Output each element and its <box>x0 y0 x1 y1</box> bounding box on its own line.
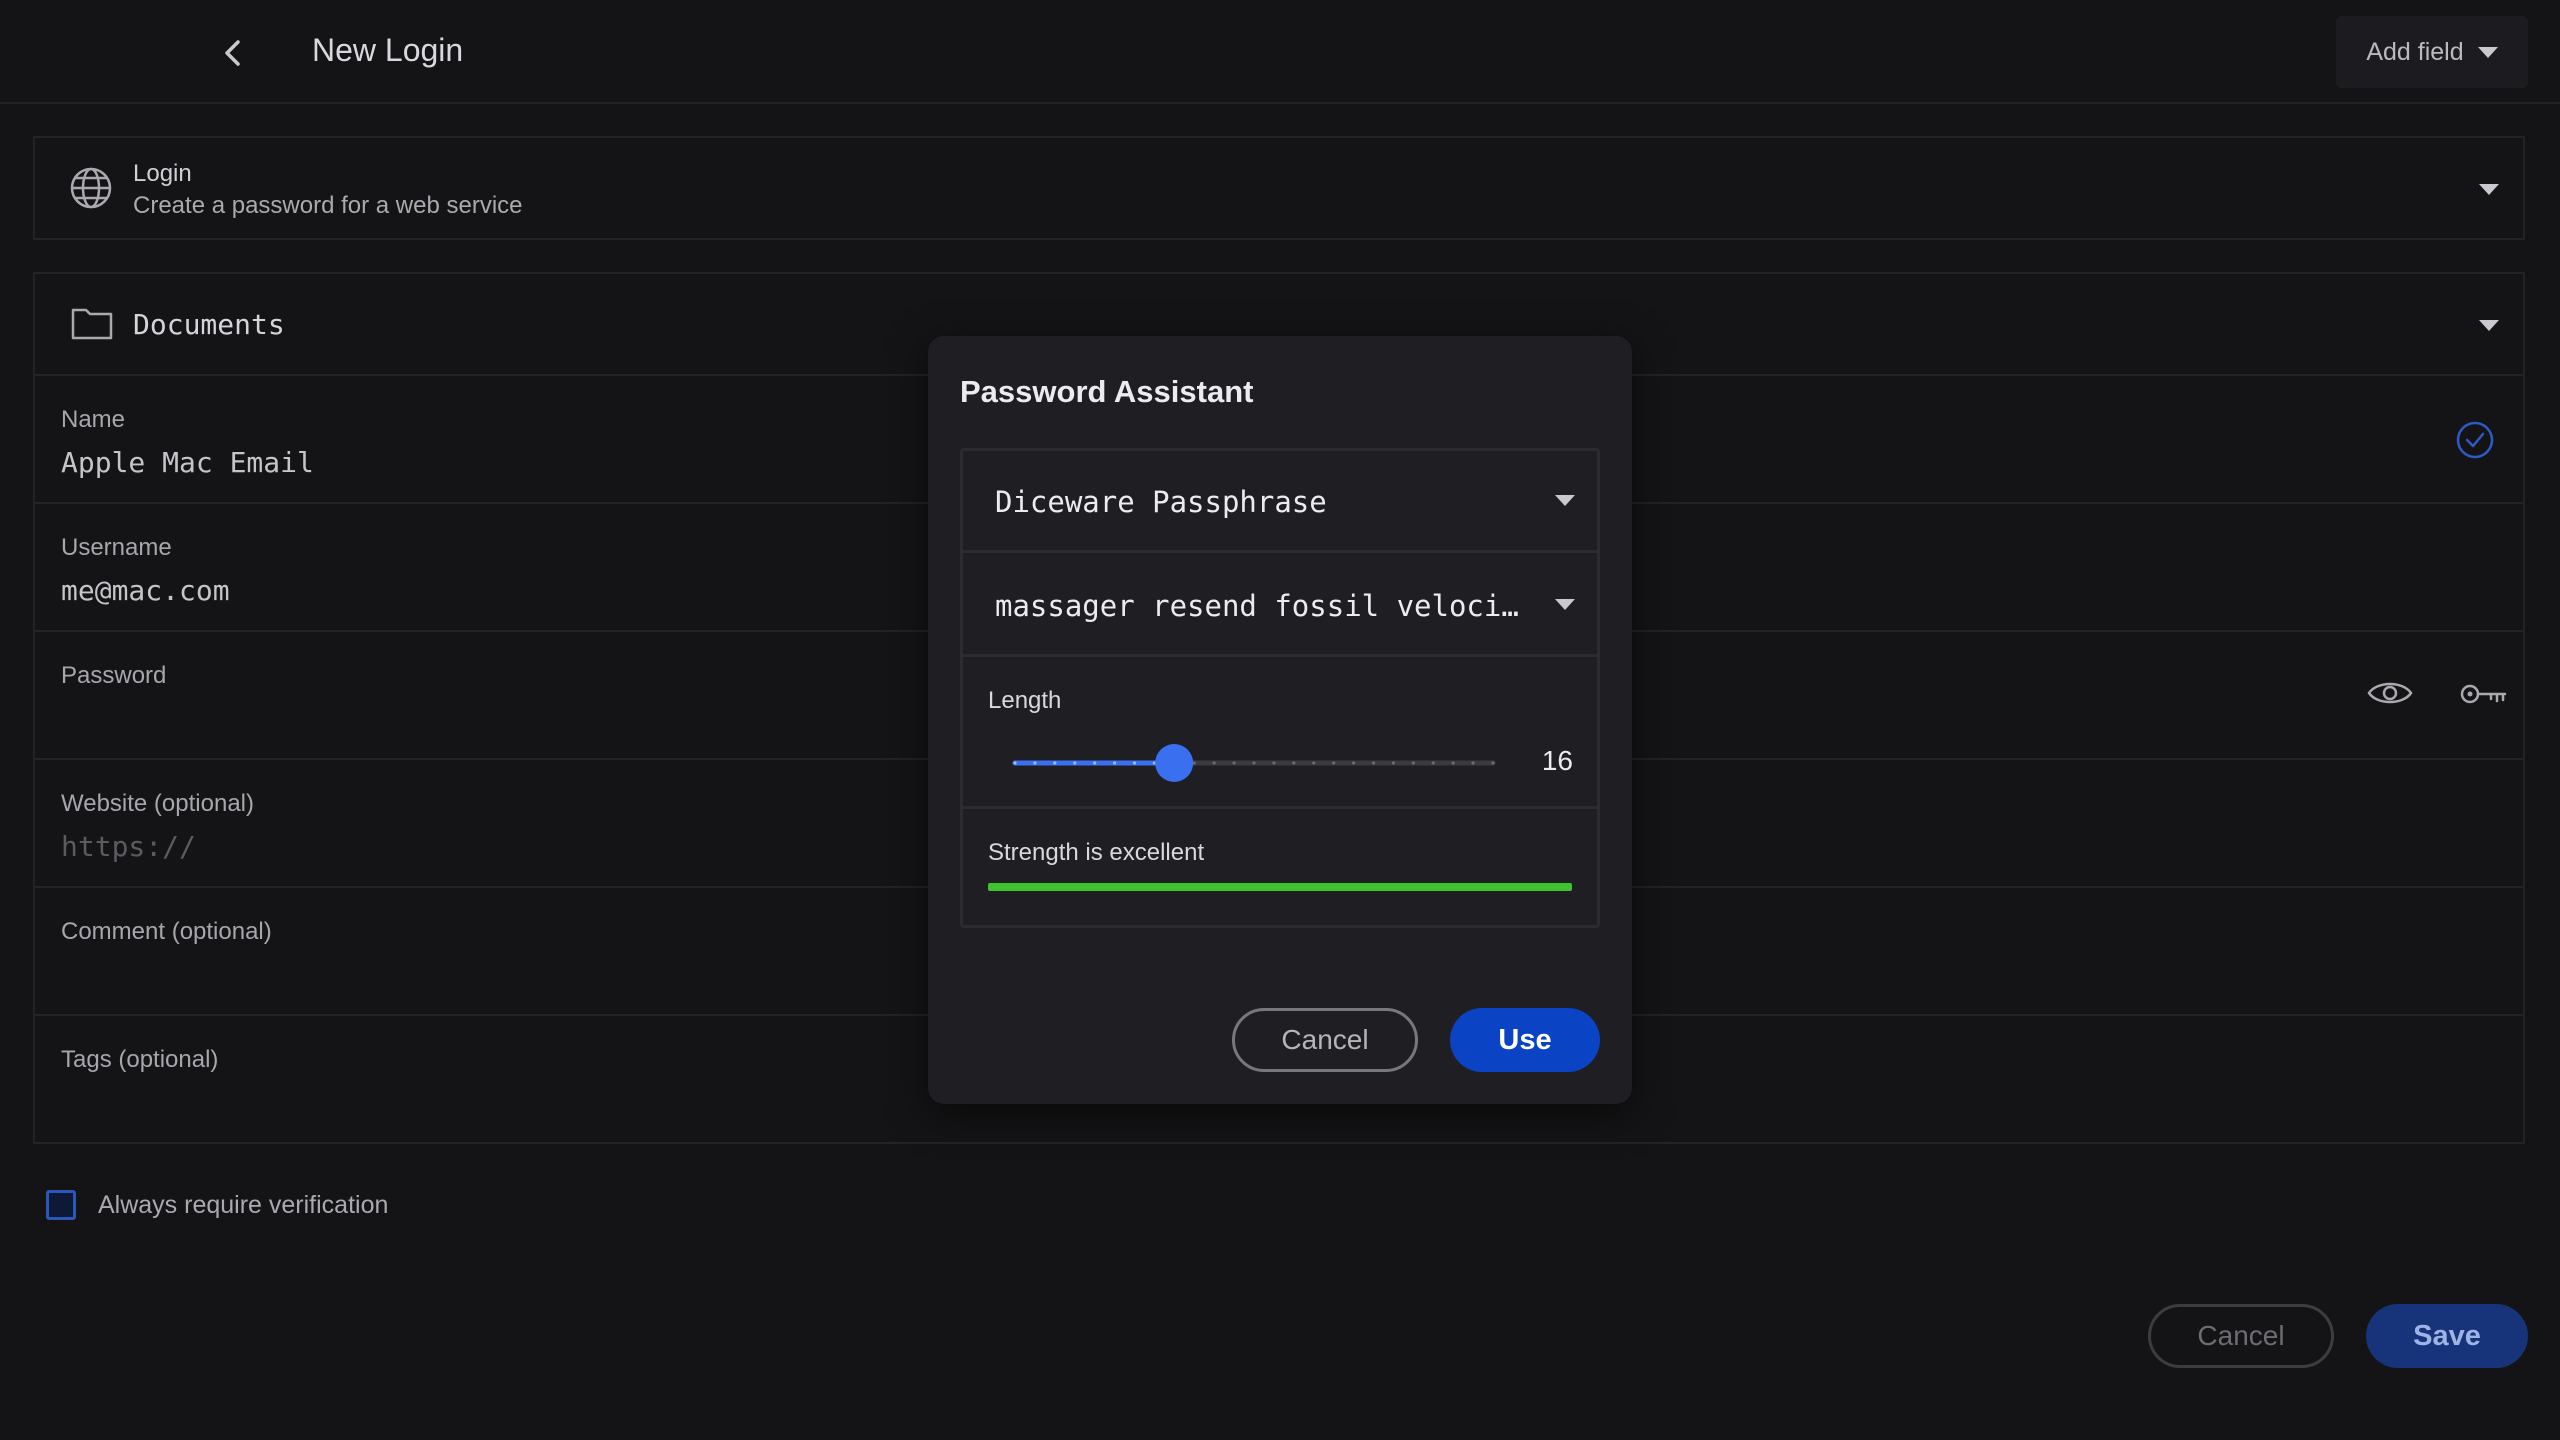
back-button[interactable] <box>210 30 256 76</box>
globe-icon <box>70 167 112 209</box>
dialog-cancel-button[interactable]: Cancel <box>1232 1008 1418 1072</box>
add-field-label: Add field <box>2366 37 2464 66</box>
key-icon[interactable] <box>2459 680 2507 708</box>
slider-tick <box>1312 761 1316 765</box>
slider-tick <box>1391 761 1396 765</box>
chevron-down-icon <box>2479 184 2499 195</box>
page-title: New Login <box>312 32 464 68</box>
length-slider[interactable] <box>1009 743 1499 783</box>
slider-tick <box>1272 761 1276 765</box>
save-button[interactable]: Save <box>2366 1304 2528 1368</box>
slider-tick <box>1332 761 1336 765</box>
slider-tick <box>1093 761 1097 765</box>
username-value[interactable]: me@mac.com <box>61 574 230 607</box>
item-type-title: Login <box>133 160 192 187</box>
eye-icon[interactable] <box>2367 678 2413 708</box>
slider-tick <box>1411 761 1415 765</box>
verification-option: Always require verification <box>46 1190 388 1220</box>
slider-tick <box>1132 761 1137 765</box>
cancel-button[interactable]: Cancel <box>2148 1304 2334 1368</box>
vault-label: Documents <box>133 308 285 341</box>
page-header: New Login Add field <box>0 0 2560 104</box>
chevron-left-icon <box>225 40 240 66</box>
slider-tick <box>1112 761 1117 765</box>
chevron-down-icon <box>2479 320 2499 331</box>
strength-label: Strength is excellent <box>988 839 1205 866</box>
slider-tick <box>1351 761 1356 765</box>
comment-label: Comment (optional) <box>61 918 272 945</box>
strength-meter-fill <box>988 883 1572 891</box>
length-value: 16 <box>1541 745 1573 776</box>
use-button[interactable]: Use <box>1450 1008 1600 1072</box>
slider-tick <box>1451 761 1455 765</box>
verification-checkbox[interactable] <box>46 1190 76 1220</box>
slider-tick <box>1491 761 1495 765</box>
tags-label: Tags (optional) <box>61 1046 219 1073</box>
strength-meter <box>988 883 1572 891</box>
slider-tick <box>1471 761 1475 765</box>
dialog-title: Password Assistant <box>960 374 1254 409</box>
generated-password-value: massager resend fossil velocity <box>995 589 1525 623</box>
generator-panel: Diceware Passphrase massager resend foss… <box>960 448 1600 928</box>
username-label: Username <box>61 534 172 561</box>
password-assistant-dialog: Password Assistant Diceware Passphrase m… <box>928 336 1632 1104</box>
slider-tick <box>1232 761 1236 765</box>
item-type-subtitle: Create a password for a web service <box>133 192 523 219</box>
chevron-down-icon <box>1555 495 1575 506</box>
slider-thumb[interactable] <box>1155 744 1194 782</box>
website-label: Website (optional) <box>61 790 254 817</box>
name-label: Name <box>61 406 126 433</box>
item-type-selector[interactable]: Login Create a password for a web servic… <box>33 136 2525 240</box>
chevron-down-icon <box>2477 46 2498 58</box>
slider-tick <box>1013 761 1017 765</box>
name-value[interactable]: Apple Mac Email <box>61 446 314 479</box>
slider-tick <box>1212 761 1216 765</box>
generator-type-select[interactable]: Diceware Passphrase <box>963 451 1597 553</box>
length-section: Length 16 <box>963 657 1597 809</box>
slider-tick <box>1053 761 1057 765</box>
check-circle-icon <box>2456 421 2494 459</box>
strength-section: Strength is excellent <box>963 809 1597 925</box>
folder-icon <box>71 308 113 340</box>
slider-tick <box>1371 761 1376 765</box>
slider-tick <box>1073 761 1077 765</box>
password-label: Password <box>61 662 167 689</box>
slider-tick <box>1033 761 1037 765</box>
generator-type-value: Diceware Passphrase <box>995 485 1327 519</box>
length-label: Length <box>988 687 1062 714</box>
generated-password-select[interactable]: massager resend fossil velocity <box>963 553 1597 657</box>
slider-tick <box>1252 761 1256 765</box>
slider-tick <box>1292 761 1296 765</box>
chevron-down-icon <box>1555 599 1575 610</box>
slider-tick <box>1431 761 1435 765</box>
verification-label: Always require verification <box>98 1190 389 1219</box>
add-field-button[interactable]: Add field <box>2336 16 2528 88</box>
website-placeholder[interactable]: https:// <box>61 830 196 863</box>
